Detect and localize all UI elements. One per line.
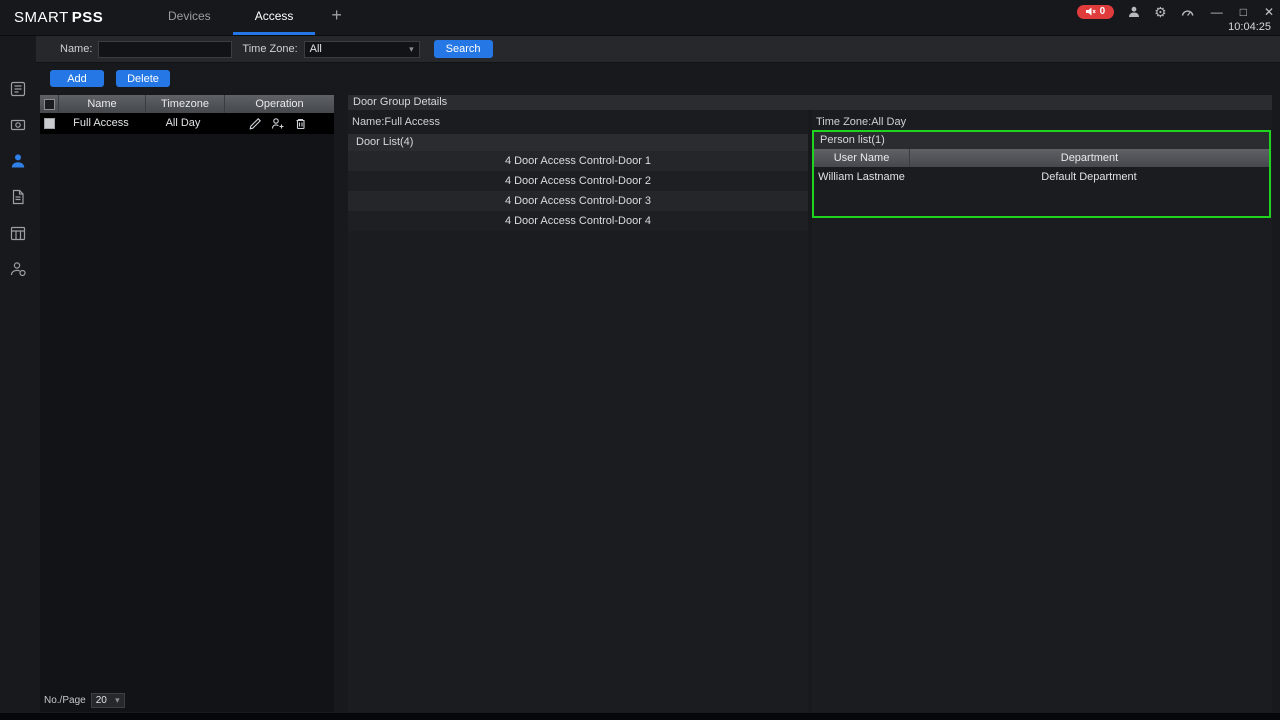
module-sidebar (0, 36, 36, 713)
add-user-icon[interactable] (271, 117, 285, 130)
column-header-department: Department (909, 149, 1269, 167)
timezone-selected-value: All (310, 43, 322, 55)
new-tab-button[interactable]: + (315, 0, 358, 35)
alarm-count: 0 (1100, 6, 1106, 17)
sidebar-log-icon[interactable] (9, 188, 27, 206)
person-username-cell: William Lastname (814, 167, 909, 187)
column-header-timezone: Timezone (145, 95, 224, 113)
sidebar-device-icon[interactable] (9, 116, 27, 134)
page-size-select[interactable]: 20 ▾ (91, 693, 125, 708)
column-header-operation: Operation (224, 95, 334, 113)
add-button[interactable]: Add (50, 70, 104, 87)
pager: No./Page 20 ▾ (44, 693, 125, 708)
bottom-strip (0, 713, 1280, 720)
tab-access[interactable]: Access (233, 0, 316, 35)
page-size-value: 20 (96, 695, 107, 706)
settings-gear-icon[interactable]: ⚙ (1154, 5, 1167, 19)
operation-cell (222, 117, 334, 130)
maximize-button[interactable]: □ (1240, 5, 1247, 19)
person-list-title: Person list(1) (814, 132, 1269, 149)
person-department-cell: Default Department (909, 167, 1269, 187)
close-button[interactable]: ✕ (1264, 5, 1274, 19)
titlebar: SMARTPSS Devices Access + 0 ⚙ — (0, 0, 1280, 36)
door-list-item[interactable]: 4 Door Access Control-Door 1 (348, 151, 808, 171)
person-table-row[interactable]: William Lastname Default Department (814, 167, 1269, 187)
person-table-header: User Name Department (814, 149, 1269, 167)
door-list-item[interactable]: 4 Door Access Control-Door 3 (348, 191, 808, 211)
group-table-header: Name Timezone Operation (40, 95, 334, 113)
door-list-item[interactable]: 4 Door Access Control-Door 4 (348, 211, 808, 231)
door-list-title: Door List(4) (348, 134, 808, 151)
clock: 10:04:25 (1228, 21, 1271, 33)
sidebar-user-config-icon[interactable] (9, 260, 27, 278)
group-table-row[interactable]: Full Access All Day (40, 113, 334, 134)
search-toolbar: Name: Time Zone: All ▾ Search (36, 36, 1280, 63)
chevron-down-icon: ▾ (115, 695, 120, 706)
titlebar-icons: 0 ⚙ — □ ✕ (1077, 4, 1274, 19)
timezone-select[interactable]: All ▾ (304, 41, 420, 58)
details-title-bar: Door Group Details (348, 95, 1272, 110)
search-button[interactable]: Search (434, 40, 493, 58)
edit-icon[interactable] (249, 117, 262, 130)
name-label: Name: (60, 43, 92, 55)
app-logo: SMARTPSS (14, 9, 103, 26)
select-all-checkbox[interactable] (44, 99, 55, 110)
door-list-item[interactable]: 4 Door Access Control-Door 2 (348, 171, 808, 191)
delete-button[interactable]: Delete (116, 70, 170, 87)
logo-pss: PSS (72, 9, 104, 26)
person-list-panel: Time Zone:All Day Person list(1) User Na… (812, 110, 1272, 712)
column-header-name: Name (58, 95, 145, 113)
minimize-button[interactable]: — (1211, 5, 1223, 19)
speaker-muted-icon (1086, 7, 1096, 16)
sidebar-console-icon[interactable] (9, 80, 27, 98)
delete-icon[interactable] (294, 117, 307, 130)
group-name-text: Name:Full Access (352, 116, 440, 128)
main-tabs: Devices Access + (146, 0, 358, 35)
sidebar-attendance-icon[interactable] (9, 224, 27, 242)
timezone-label: Time Zone: (242, 43, 297, 55)
group-timezone-cell: All Day (144, 113, 222, 134)
user-account-icon[interactable] (1128, 6, 1140, 18)
tab-devices[interactable]: Devices (146, 0, 233, 35)
name-input[interactable] (98, 41, 232, 58)
performance-gauge-icon[interactable] (1181, 6, 1194, 17)
alarm-badge[interactable]: 0 (1077, 5, 1115, 19)
column-header-username: User Name (814, 149, 909, 167)
group-timezone-text: Time Zone:All Day (816, 116, 906, 128)
door-list-panel: Name:Full Access Door List(4) 4 Door Acc… (348, 110, 808, 712)
sidebar-person-icon[interactable] (9, 152, 27, 170)
row-checkbox[interactable] (44, 118, 55, 129)
highlight-box: Person list(1) User Name Department Will… (812, 130, 1271, 218)
group-name-cell: Full Access (58, 113, 144, 134)
door-group-list-panel: Name Timezone Operation Full Access All … (40, 95, 334, 712)
pager-label: No./Page (44, 695, 86, 706)
logo-smart: SMART (14, 9, 69, 26)
chevron-down-icon: ▾ (409, 44, 414, 55)
